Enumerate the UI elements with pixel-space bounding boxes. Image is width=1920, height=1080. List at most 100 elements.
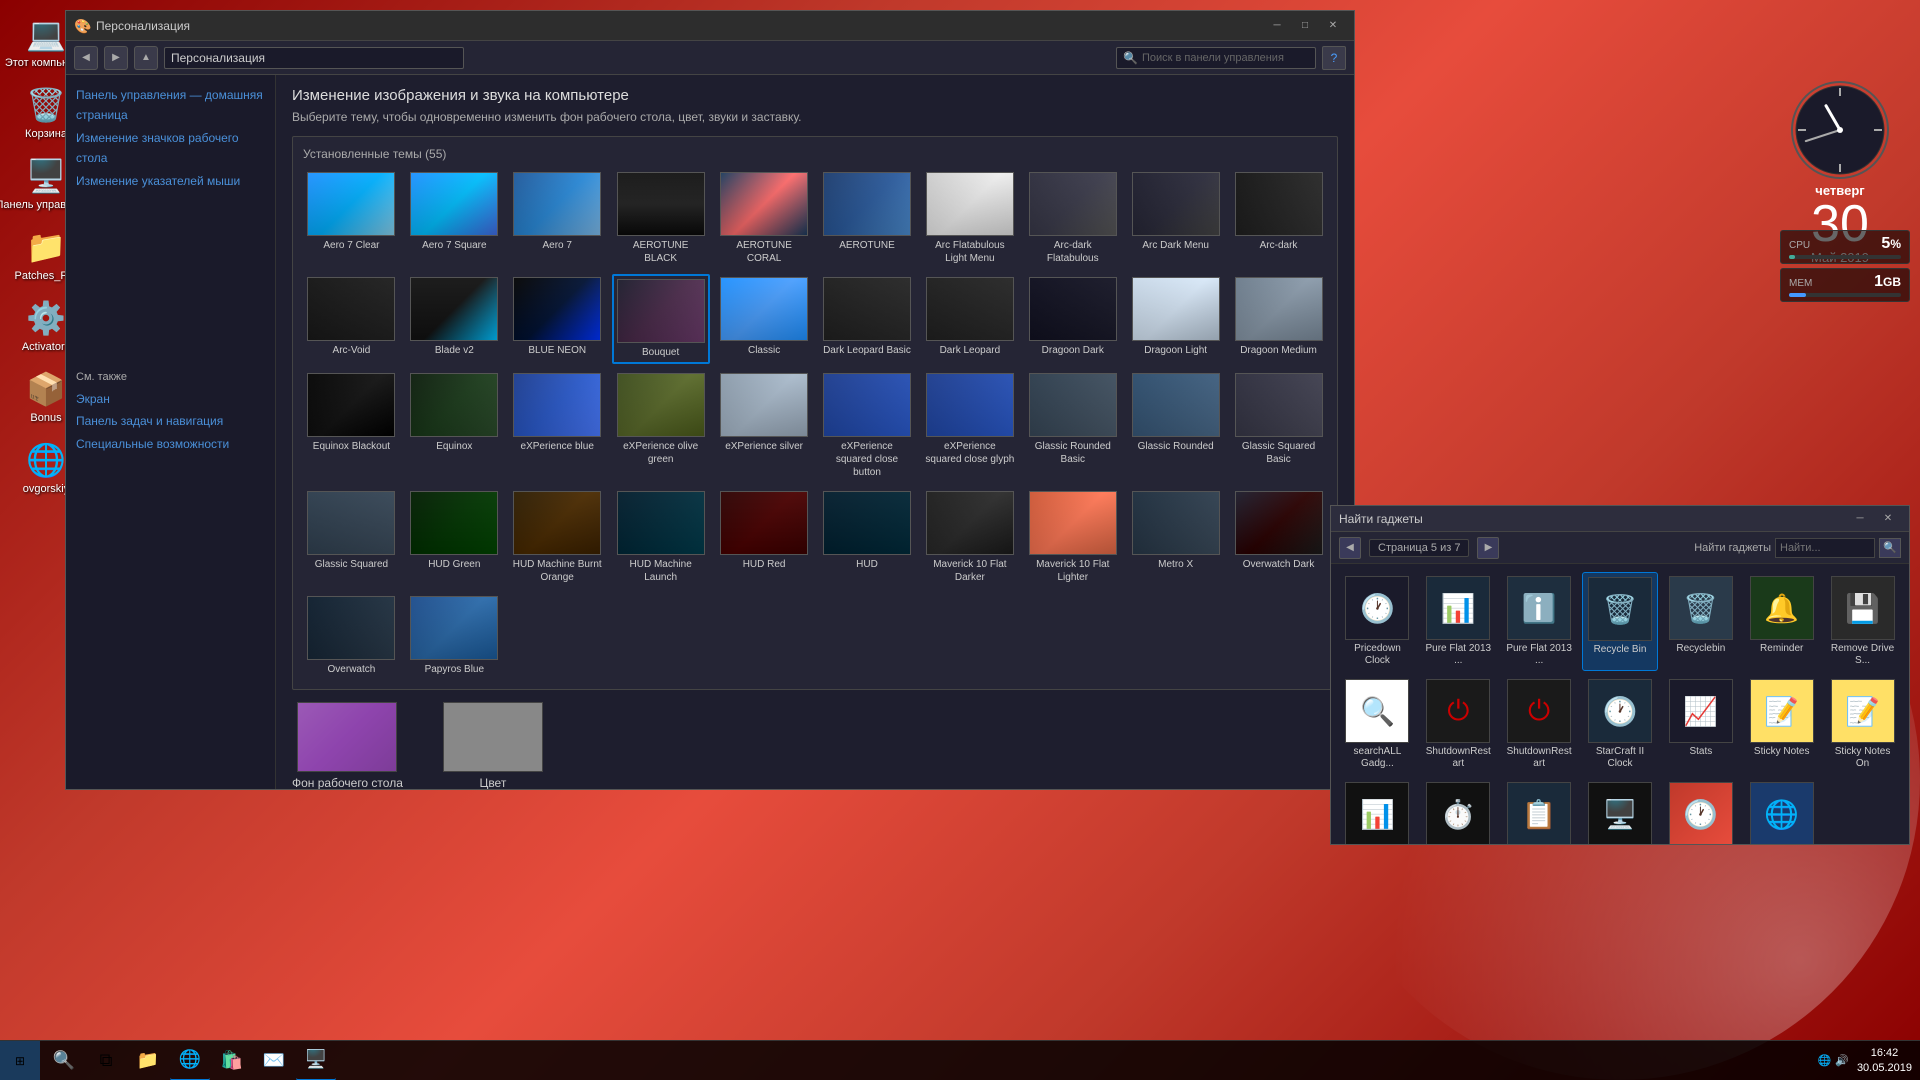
wallpaper-item[interactable]: Фон рабочего стола StreamofLight (292, 702, 403, 789)
theme-item-exp-sq-close-glyph[interactable]: eXPerience squared close glyph (921, 370, 1018, 482)
address-bar[interactable]: Персонализация (164, 47, 464, 69)
theme-item-glassic-rounded-basic[interactable]: Glassic Rounded Basic (1024, 370, 1121, 482)
bottom-section: Фон рабочего стола StreamofLight Цвет Др… (292, 690, 1338, 789)
gadget-item-pure-flat-2013b[interactable]: ℹ️Pure Flat 2013 ... (1501, 572, 1578, 671)
gadget-item-reminder[interactable]: 🔔Reminder (1743, 572, 1820, 671)
gadget-item-top-process-mon[interactable]: 🖥️Top Process Mo... (1582, 778, 1659, 844)
gadget-item-recyclebin2[interactable]: 🗑️Recyclebin (1662, 572, 1739, 671)
theme-item-blade[interactable]: Blade v2 (406, 274, 503, 364)
close-button[interactable]: ✕ (1320, 17, 1346, 35)
gadget-finder-minimize[interactable]: ─ (1847, 510, 1873, 528)
theme-item-bouquet[interactable]: Bouquet (612, 274, 710, 364)
taskbar-taskview-button[interactable]: ⧉ (86, 1041, 126, 1080)
gadget-item-searchall[interactable]: 🔍searchALL Gadg... (1339, 675, 1416, 774)
start-button[interactable]: ⊞ (0, 1041, 40, 1080)
theme-item-classic[interactable]: Classic (716, 274, 813, 364)
theme-item-equinox-blackout[interactable]: Equinox Blackout (303, 370, 400, 482)
theme-item-arc-flat-light[interactable]: Arc Flatabulous Light Menu (921, 169, 1018, 268)
theme-item-hud-red[interactable]: HUD Red (716, 488, 813, 587)
sidebar-see-also-access[interactable]: Специальные возможности (76, 434, 265, 454)
taskbar-controlpanel-button[interactable]: 🖥️ (296, 1041, 336, 1080)
taskbar-mail-button[interactable]: ✉️ (254, 1041, 294, 1080)
theme-item-arc-void[interactable]: Arc-Void (303, 274, 400, 364)
gadget-item-sticky-notes-on[interactable]: 📝Sticky Notes On (1824, 675, 1901, 774)
theme-item-glassic-sq[interactable]: Glassic Squared (303, 488, 400, 587)
gadget-search-button[interactable]: 🔍 (1879, 538, 1901, 558)
gadget-name-sticky-notes: Sticky Notes (1754, 746, 1810, 758)
gadget-finder-close[interactable]: ✕ (1875, 510, 1901, 528)
sidebar-main-link[interactable]: Панель управления — домашняя страница (76, 85, 265, 126)
gadget-prev-button[interactable]: ◀ (1339, 537, 1361, 559)
forward-button[interactable]: ▶ (104, 46, 128, 70)
theme-item-hud-green[interactable]: HUD Green (406, 488, 503, 587)
theme-item-aero7sq[interactable]: Aero 7 Square (406, 169, 503, 268)
theme-item-glassic-sq-basic[interactable]: Glassic Squared Basic (1230, 370, 1327, 482)
search-bar[interactable]: 🔍 Поиск в панели управления (1116, 47, 1316, 69)
gadget-item-sticky-notes[interactable]: 📝Sticky Notes (1743, 675, 1820, 774)
theme-item-hud[interactable]: HUD (819, 488, 916, 587)
gadget-item-remove-drive[interactable]: 💾Remove Drive S... (1824, 572, 1901, 671)
theme-item-hud-burnt[interactable]: HUD Machine Burnt Orange (509, 488, 606, 587)
theme-item-dark-leopard-basic[interactable]: Dark Leopard Basic (819, 274, 916, 364)
theme-item-ow-dark[interactable]: Overwatch Dark (1230, 488, 1327, 587)
theme-item-metro-x[interactable]: Metro X (1127, 488, 1224, 587)
gadget-item-sys-uptime[interactable]: ⏱️System Uptime ... (1420, 778, 1497, 844)
taskbar-clock[interactable]: 16:42 30.05.2019 (1857, 1046, 1912, 1075)
sidebar-see-also-taskbar[interactable]: Панель задач и навигация (76, 411, 265, 431)
gadget-item-sys-monitor-ii[interactable]: 📊System Monitor II (1339, 778, 1416, 844)
gadget-item-transparent-clk[interactable]: 🕐Transparent - cl... (1662, 778, 1739, 844)
theme-item-dragoon-med[interactable]: Dragoon Medium (1230, 274, 1327, 364)
theme-item-hud-launch[interactable]: HUD Machine Launch (612, 488, 710, 587)
theme-item-arc-dark-flat[interactable]: Arc-dark Flatabulous (1024, 169, 1121, 268)
gadget-item-windows64[interactable]: 🌐windows64download.net (1743, 778, 1820, 844)
theme-item-arc-dark[interactable]: Arc-dark (1230, 169, 1327, 268)
taskbar-explorer-button[interactable]: 📁 (128, 1041, 168, 1080)
theme-item-aerocoral[interactable]: AEROTUNE CORAL (716, 169, 813, 268)
theme-item-aerotune[interactable]: AEROTUNE (819, 169, 916, 268)
minimize-button[interactable]: ─ (1264, 17, 1290, 35)
theme-item-exp-sq-close-btn[interactable]: eXPerience squared close button (819, 370, 916, 482)
theme-item-blue-neon[interactable]: BLUE NEON (509, 274, 606, 364)
theme-item-mav-darker[interactable]: Maverick 10 Flat Darker (921, 488, 1018, 587)
gadget-item-recycle-bin[interactable]: 🗑️Recycle Bin (1582, 572, 1659, 671)
theme-item-mav-lighter[interactable]: Maverick 10 Flat Lighter (1024, 488, 1121, 587)
theme-item-papyros[interactable]: Papyros Blue (406, 593, 503, 679)
gadget-item-starcraft2-clock[interactable]: 🕐StarCraft II Clock (1582, 675, 1659, 774)
theme-item-aero7clear[interactable]: Aero 7 Clear (303, 169, 400, 268)
taskbar-ie-button[interactable]: 🌐 (170, 1041, 210, 1080)
taskbar-store-button[interactable]: 🛍️ (212, 1041, 252, 1080)
gadget-item-shutdown-restart2[interactable]: ⏻ShutdownRestart (1501, 675, 1578, 774)
theme-item-ow[interactable]: Overwatch (303, 593, 400, 679)
gadget-item-shutdown-restart1[interactable]: ⏻ShutdownRestart (1420, 675, 1497, 774)
wallpaper-thumb (297, 702, 397, 772)
theme-item-exp-silver[interactable]: eXPerience silver (716, 370, 813, 482)
gadget-item-stats[interactable]: 📈Stats (1662, 675, 1739, 774)
theme-item-exp-blue[interactable]: eXPerience blue (509, 370, 606, 482)
sidebar-link-cursors[interactable]: Изменение указателей мыши (76, 171, 265, 191)
maximize-button[interactable]: □ (1292, 17, 1318, 35)
theme-thumb-blade (410, 277, 498, 341)
gadget-item-top-five[interactable]: 📋Top Five (1501, 778, 1578, 844)
theme-item-glassic-rounded[interactable]: Glassic Rounded (1127, 370, 1224, 482)
theme-item-dark-leopard[interactable]: Dark Leopard (921, 274, 1018, 364)
back-button[interactable]: ◀ (74, 46, 98, 70)
theme-item-arc-dark-menu[interactable]: Arc Dark Menu (1127, 169, 1224, 268)
gadget-next-button[interactable]: ▶ (1477, 537, 1499, 559)
theme-item-exp-olive[interactable]: eXPerience olive green (612, 370, 710, 482)
theme-label-aerotune: AEROTUNE (839, 239, 895, 252)
taskbar-search-button[interactable]: 🔍 (44, 1041, 84, 1080)
color-item[interactable]: Цвет Другой (443, 702, 543, 789)
theme-item-aeroblack[interactable]: AEROTUNE BLACK (612, 169, 710, 268)
theme-item-dragoon-light[interactable]: Dragoon Light (1127, 274, 1224, 364)
gadget-item-pricedown-clock[interactable]: 🕐Pricedown Clock (1339, 572, 1416, 671)
sidebar-link-icons[interactable]: Изменение значков рабочего стола (76, 128, 265, 169)
mail-icon: ✉️ (263, 1050, 285, 1071)
up-button[interactable]: ▲ (134, 46, 158, 70)
theme-item-equinox[interactable]: Equinox (406, 370, 503, 482)
gadget-search-input[interactable] (1775, 538, 1875, 558)
gadget-item-pure-flat-2013a[interactable]: 📊Pure Flat 2013 ... (1420, 572, 1497, 671)
sidebar-see-also-screen[interactable]: Экран (76, 389, 265, 409)
theme-item-aero7[interactable]: Aero 7 (509, 169, 606, 268)
theme-item-dragoon-dark[interactable]: Dragoon Dark (1024, 274, 1121, 364)
help-button[interactable]: ? (1322, 46, 1346, 70)
